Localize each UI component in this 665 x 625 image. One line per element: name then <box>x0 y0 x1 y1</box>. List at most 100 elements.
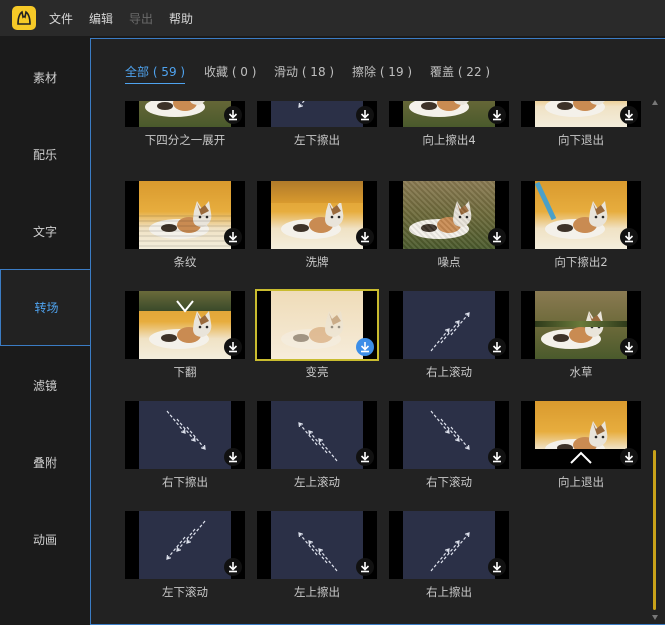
tab-slide[interactable]: 滑动 ( 18 ) <box>274 63 334 80</box>
transition-thumbnail[interactable] <box>257 101 377 127</box>
transition-label: 洗牌 <box>305 255 329 269</box>
transition-thumbnail[interactable] <box>389 511 509 579</box>
thumbnail-image <box>271 181 363 249</box>
download-icon[interactable] <box>224 228 242 246</box>
transition-item[interactable]: 向上退出 <box>521 401 641 491</box>
scroll-thumb[interactable] <box>653 450 656 610</box>
sidebar-item-transition[interactable]: 转场 <box>0 269 92 346</box>
download-icon[interactable] <box>356 448 374 466</box>
download-icon[interactable] <box>356 106 374 124</box>
download-icon[interactable] <box>488 448 506 466</box>
menu-edit[interactable]: 编辑 <box>89 10 113 27</box>
download-icon[interactable] <box>224 106 242 124</box>
transition-item[interactable]: 左下擦出 <box>257 101 377 149</box>
transition-thumbnail[interactable] <box>521 181 641 249</box>
transition-thumbnail[interactable] <box>125 511 245 579</box>
transition-thumbnail[interactable] <box>255 289 379 361</box>
transition-label: 右上擦出 <box>426 585 472 599</box>
transition-label: 左上擦出 <box>294 585 340 599</box>
thumbnail-image <box>139 401 231 469</box>
transition-item[interactable]: 左上擦出 <box>257 511 377 601</box>
transition-item[interactable]: 水草 <box>521 291 641 381</box>
transition-thumbnail[interactable] <box>125 181 245 249</box>
transition-item[interactable]: 向下退出 <box>521 101 641 149</box>
transition-item[interactable]: 变亮 <box>255 289 379 381</box>
sidebar-item-overlay[interactable]: 叠附 <box>0 425 90 502</box>
transition-grid: 下四分之一展开 左下擦出 向上擦出4 向下退出条纹 洗牌 噪点 向下擦出2 下翻 变亮 右上滚动 水… <box>91 101 651 624</box>
transition-label: 左下滚动 <box>162 585 208 599</box>
tab-wipe[interactable]: 擦除 ( 19 ) <box>352 63 412 80</box>
transition-item[interactable]: 向下擦出2 <box>521 181 641 271</box>
download-icon[interactable] <box>620 228 638 246</box>
transition-thumbnail[interactable] <box>257 181 377 249</box>
scroll-up-arrow-icon[interactable] <box>652 100 658 105</box>
download-icon[interactable] <box>224 558 242 576</box>
transition-thumbnail[interactable] <box>521 291 641 359</box>
transition-thumbnail[interactable] <box>257 511 377 579</box>
transition-thumbnail[interactable] <box>125 401 245 469</box>
sidebar-item-filter[interactable]: 滤镜 <box>0 348 90 425</box>
transition-thumbnail[interactable] <box>389 401 509 469</box>
transition-item[interactable]: 下四分之一展开 <box>125 101 245 149</box>
download-icon[interactable] <box>488 338 506 356</box>
transition-item[interactable]: 条纹 <box>125 181 245 271</box>
transition-item[interactable]: 洗牌 <box>257 181 377 271</box>
sidebar-item-animation[interactable]: 动画 <box>0 502 90 579</box>
download-icon[interactable] <box>488 228 506 246</box>
sidebar-item-music[interactable]: 配乐 <box>0 117 90 194</box>
transition-thumbnail[interactable] <box>521 101 641 127</box>
thumbnail-image <box>403 511 495 579</box>
transition-item[interactable]: 右下擦出 <box>125 401 245 491</box>
scroll-down-arrow-icon[interactable] <box>652 615 658 620</box>
transition-thumbnail[interactable] <box>125 101 245 127</box>
tab-cover[interactable]: 覆盖 ( 22 ) <box>430 63 490 80</box>
download-icon[interactable] <box>620 106 638 124</box>
transition-label: 左下擦出 <box>294 133 340 147</box>
thumbnail-image <box>139 181 231 249</box>
transition-item[interactable]: 右上滚动 <box>389 291 509 381</box>
transition-thumbnail[interactable] <box>257 401 377 469</box>
download-icon[interactable] <box>224 338 242 356</box>
download-icon[interactable] <box>356 228 374 246</box>
transition-item[interactable]: 右上擦出 <box>389 511 509 601</box>
download-icon[interactable] <box>224 448 242 466</box>
transition-item[interactable]: 下翻 <box>125 291 245 381</box>
thumbnail-image <box>271 101 363 127</box>
thumbnail-image <box>535 181 627 249</box>
transition-label: 向上退出 <box>558 475 604 489</box>
transition-item[interactable]: 左下滚动 <box>125 511 245 601</box>
cat-logo-icon[interactable] <box>12 6 36 30</box>
menu-help[interactable]: 帮助 <box>169 10 193 27</box>
download-icon[interactable] <box>488 106 506 124</box>
transition-thumbnail[interactable] <box>389 291 509 359</box>
transition-label: 右下擦出 <box>162 475 208 489</box>
download-icon[interactable] <box>620 338 638 356</box>
transition-item[interactable]: 噪点 <box>389 181 509 271</box>
transition-thumbnail[interactable] <box>389 181 509 249</box>
transition-label: 下翻 <box>173 365 197 379</box>
sidebar-item-text[interactable]: 文字 <box>0 194 90 271</box>
sidebar-item-material[interactable]: 素材 <box>0 40 90 117</box>
menu-file[interactable]: 文件 <box>49 10 73 27</box>
transition-thumbnail[interactable] <box>389 101 509 127</box>
transition-item[interactable]: 左上滚动 <box>257 401 377 491</box>
transition-label: 水草 <box>569 365 593 379</box>
menu-bar: 文件 编辑 导出 帮助 <box>0 0 665 36</box>
thumbnail-image <box>403 181 495 249</box>
download-icon[interactable] <box>620 448 638 466</box>
tab-all[interactable]: 全部 ( 59 ) <box>125 63 186 84</box>
vertical-scrollbar[interactable] <box>651 100 661 620</box>
transition-item[interactable]: 右下滚动 <box>389 401 509 491</box>
thumbnail-image <box>139 511 231 579</box>
download-icon[interactable] <box>356 338 374 356</box>
transition-item[interactable]: 向上擦出4 <box>389 101 509 149</box>
download-icon[interactable] <box>488 558 506 576</box>
transition-label: 向下擦出2 <box>554 255 608 269</box>
menu-export[interactable]: 导出 <box>129 10 153 27</box>
download-icon[interactable] <box>356 558 374 576</box>
thumbnail-image <box>535 291 627 359</box>
transition-thumbnail[interactable] <box>125 291 245 359</box>
transition-thumbnail[interactable] <box>521 401 641 469</box>
tab-favorites[interactable]: 收藏 ( 0 ) <box>204 63 256 80</box>
transition-label: 变亮 <box>305 365 329 379</box>
